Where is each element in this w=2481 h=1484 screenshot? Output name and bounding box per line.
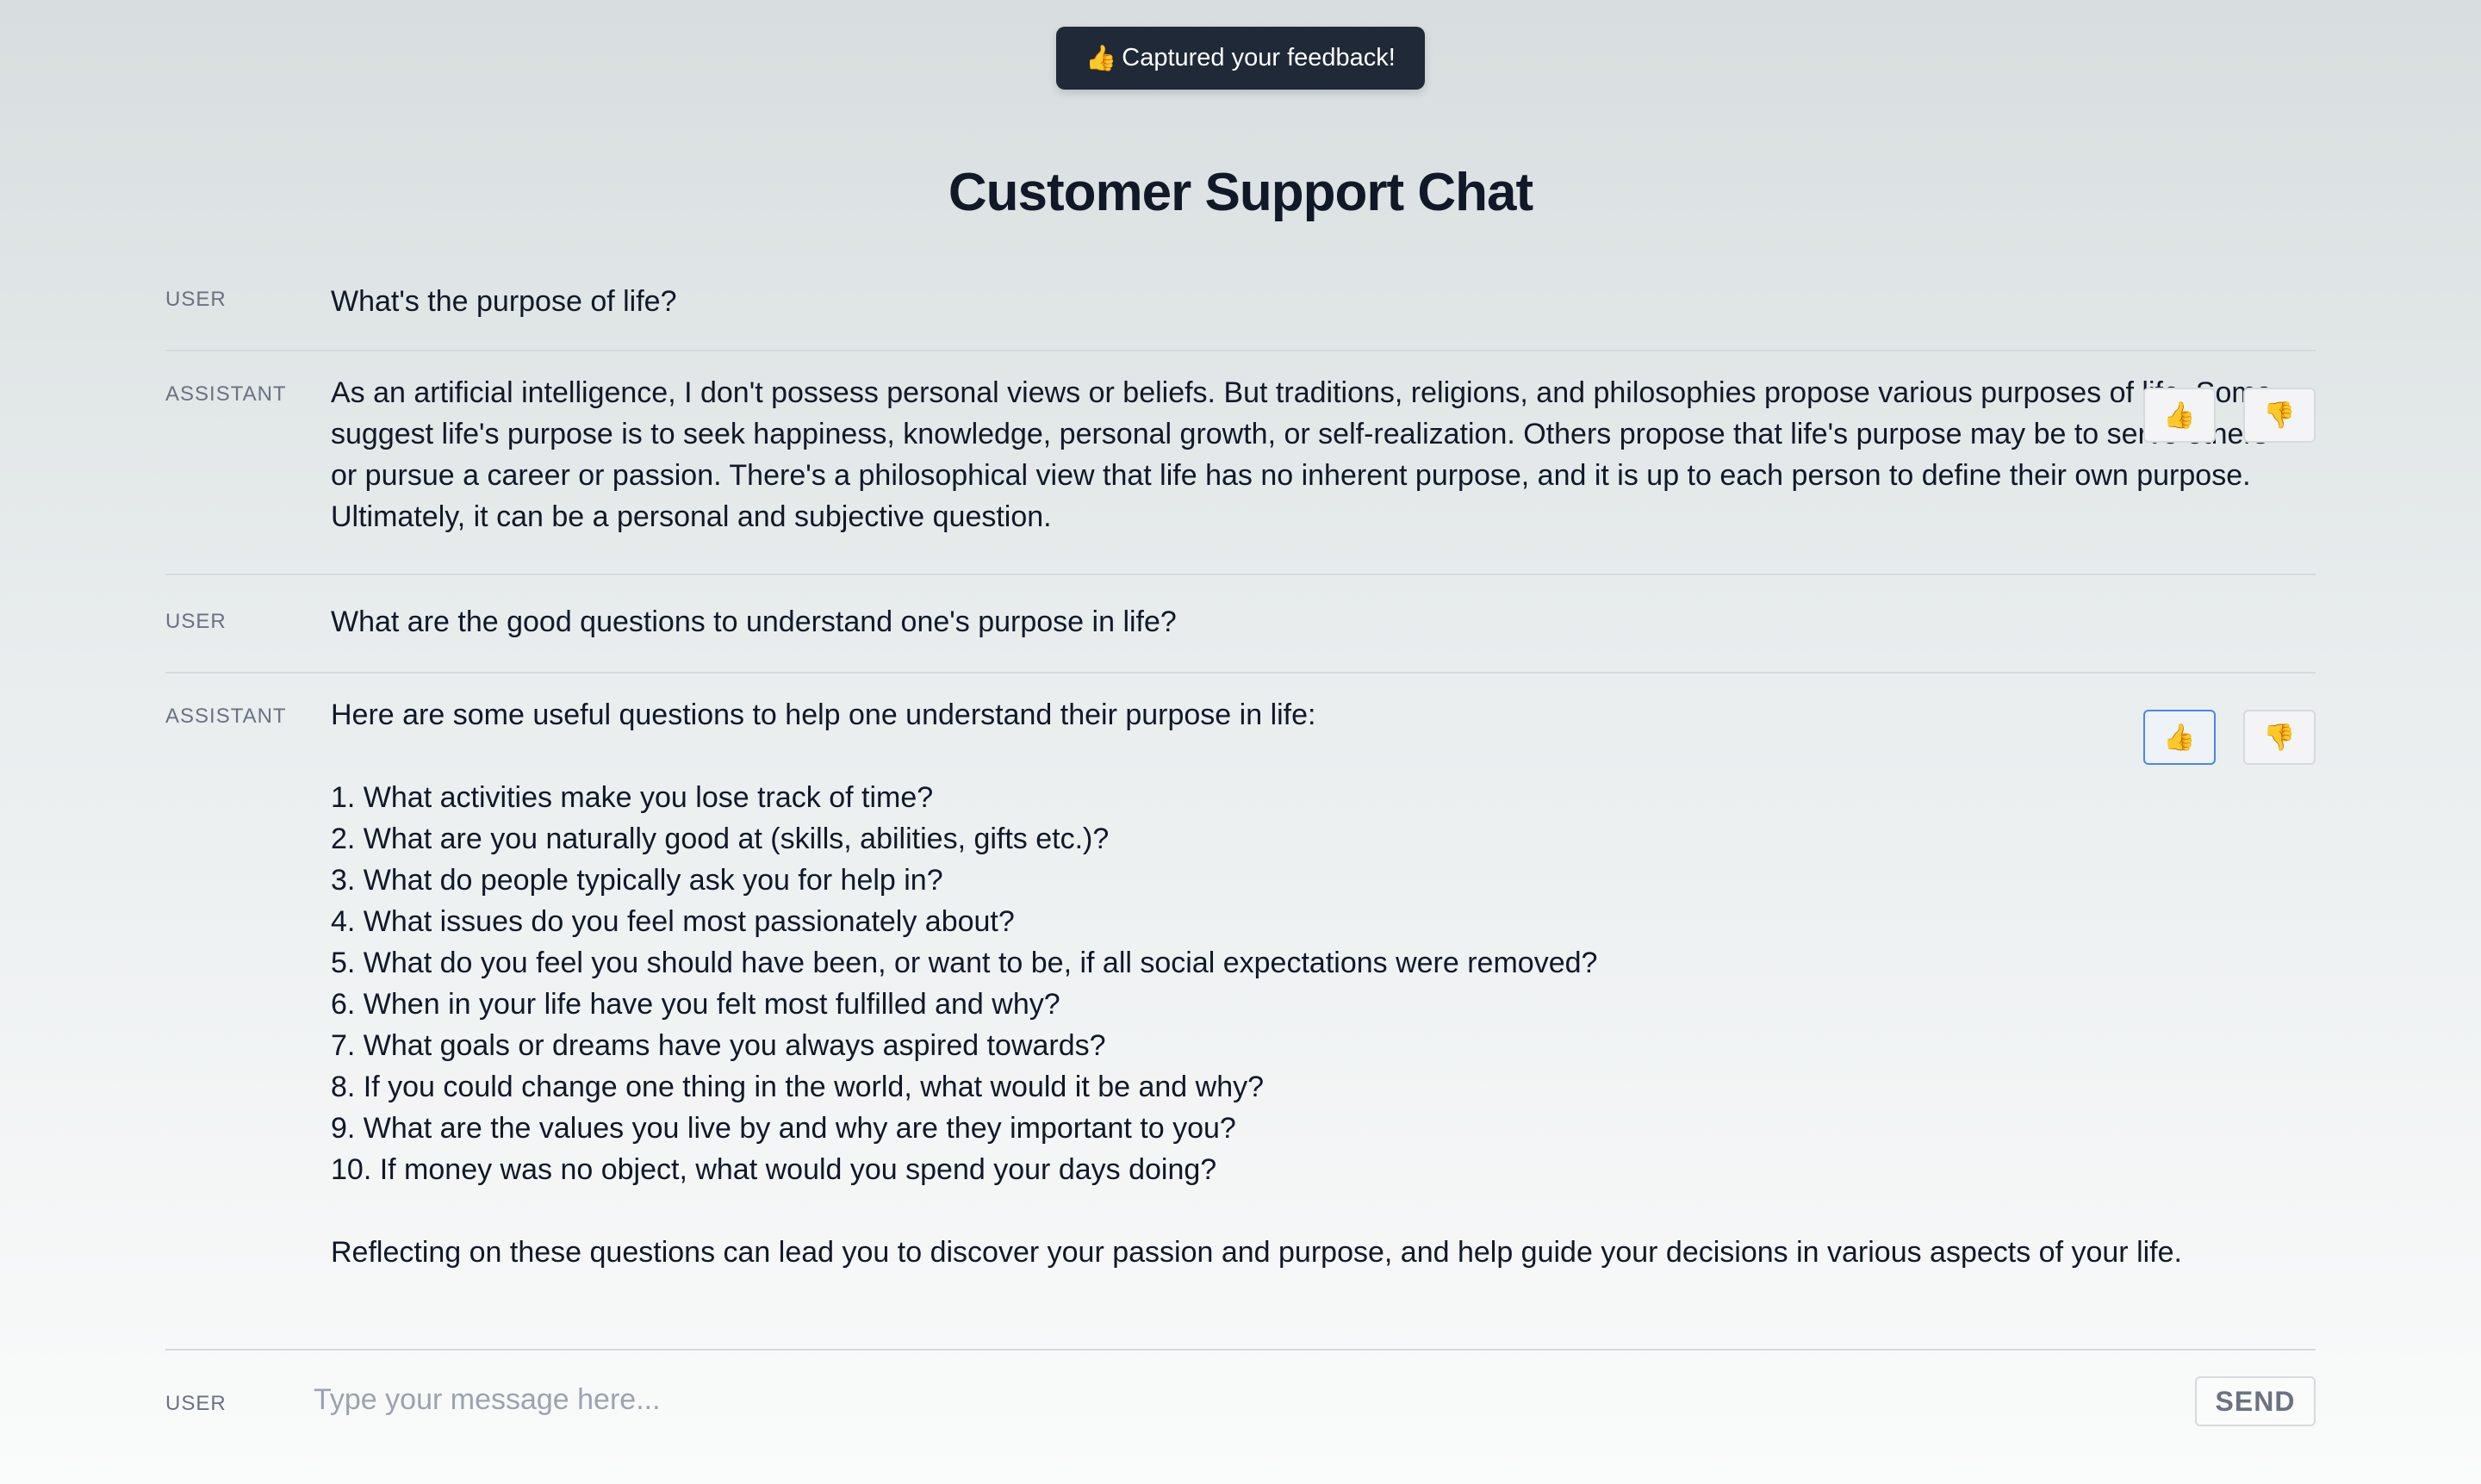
thumbs-down-button[interactable]: 👎 [2243,710,2316,765]
thumbs-up-button[interactable]: 👍 [2143,710,2216,765]
message-input[interactable] [314,1373,2295,1426]
send-button[interactable]: SEND [2195,1376,2316,1426]
message-assistant: ASSISTANT As an artificial intelligence,… [165,351,2316,575]
message-role: USER [165,610,227,633]
feedback-toast: 👍 Captured your feedback! [1056,27,1425,90]
message-text: Here are some useful questions to help o… [331,699,2182,1269]
toast-text: Captured your feedback! [1122,44,1396,71]
message-text: As an artificial intelligence, I don't p… [331,376,2273,533]
page-title: Customer Support Chat [948,163,1533,222]
thumbs-up-icon: 👍 [1085,44,1117,72]
chat-transcript: USER What's the purpose of life? ASSISTA… [165,258,2316,1351]
message-role: USER [165,288,227,311]
message-text: What's the purpose of life? [331,285,677,318]
thumbs-up-button[interactable]: 👍 [2143,388,2216,443]
message-role: ASSISTANT [165,382,287,406]
message-user: USER What's the purpose of life? [165,258,2316,351]
message-user: USER What are the good questions to unde… [165,575,2316,674]
composer-role: USER [165,1392,227,1415]
message-assistant: ASSISTANT Here are some useful questions… [165,674,2316,1351]
thumbs-down-button[interactable]: 👎 [2243,388,2316,443]
message-text: What are the good questions to understan… [331,605,1177,638]
message-composer: USER SEND [165,1349,2316,1426]
message-role: ASSISTANT [165,705,287,728]
